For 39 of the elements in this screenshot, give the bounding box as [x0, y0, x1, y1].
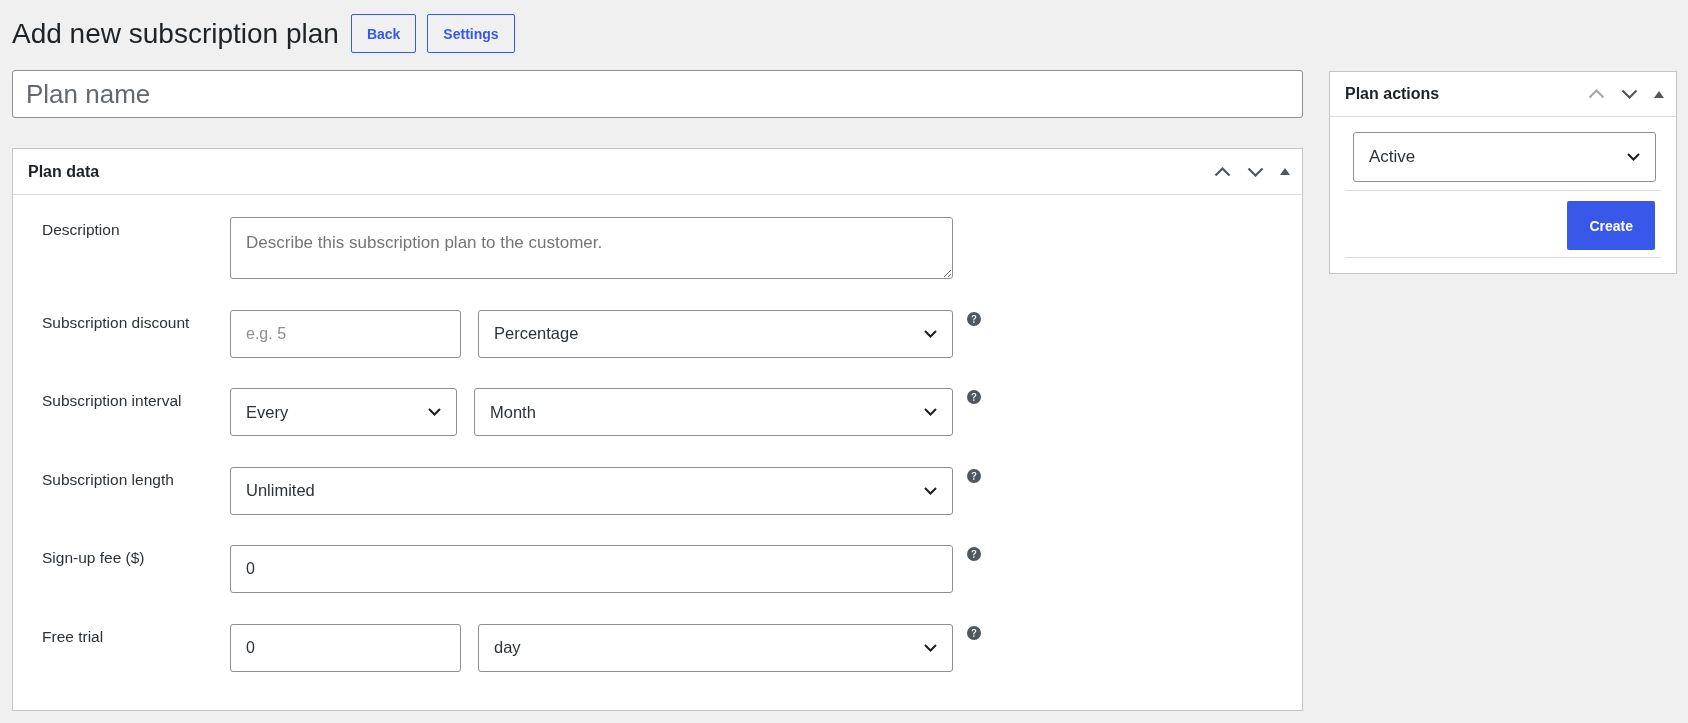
help-icon[interactable]	[967, 468, 981, 483]
panel-title: Plan data	[28, 162, 100, 181]
dropdown-select[interactable]: Percentage	[478, 309, 953, 358]
text-input[interactable]: e.g. 5	[230, 309, 461, 358]
dropdown-select[interactable]: day	[478, 623, 953, 672]
panel-title: Plan actions	[1345, 85, 1440, 103]
chevron-down-icon	[1627, 153, 1640, 161]
help-icon[interactable]	[967, 311, 981, 326]
triangle-up-icon[interactable]	[1280, 168, 1290, 175]
dropdown-select[interactable]: Month	[474, 388, 953, 436]
field-label: Subscription discount	[42, 312, 191, 333]
chevron-down-icon	[924, 486, 937, 495]
text-input[interactable]: 0	[230, 545, 953, 593]
field-label: Subscription length	[42, 469, 175, 490]
field-label: Description	[42, 220, 121, 240]
dropdown-select[interactable]: Active	[1353, 132, 1656, 182]
dropdown-select[interactable]: Unlimited	[230, 466, 953, 515]
chevron-down-icon	[924, 643, 937, 652]
chevron-down-icon	[924, 329, 937, 338]
chevron-down-icon[interactable]	[1621, 89, 1638, 99]
chevron-down-icon	[428, 408, 441, 416]
plan-name-input[interactable]: Plan name	[12, 70, 1303, 118]
help-icon[interactable]	[967, 625, 981, 640]
back-button[interactable]: Back	[350, 14, 417, 53]
triangle-up-icon[interactable]	[1654, 90, 1664, 98]
field-label: Free trial	[42, 626, 105, 647]
settings-button[interactable]: Settings	[427, 14, 515, 53]
help-icon[interactable]	[967, 547, 981, 561]
chevron-down-icon[interactable]	[1247, 166, 1264, 177]
help-icon[interactable]	[967, 390, 981, 404]
chevron-up-icon[interactable]	[1214, 166, 1231, 177]
field-label: Sign-up fee ($)	[42, 548, 146, 568]
description-textarea[interactable]: Describe this subscription plan to the customer.	[230, 217, 953, 279]
field-label: Subscription interval	[42, 391, 183, 411]
page-title: Add new subscription plan	[12, 17, 339, 51]
chevron-down-icon	[924, 408, 937, 416]
dropdown-select[interactable]: Every	[230, 388, 457, 436]
text-input[interactable]: 0	[230, 623, 461, 672]
create-button[interactable]: Create	[1567, 201, 1655, 250]
